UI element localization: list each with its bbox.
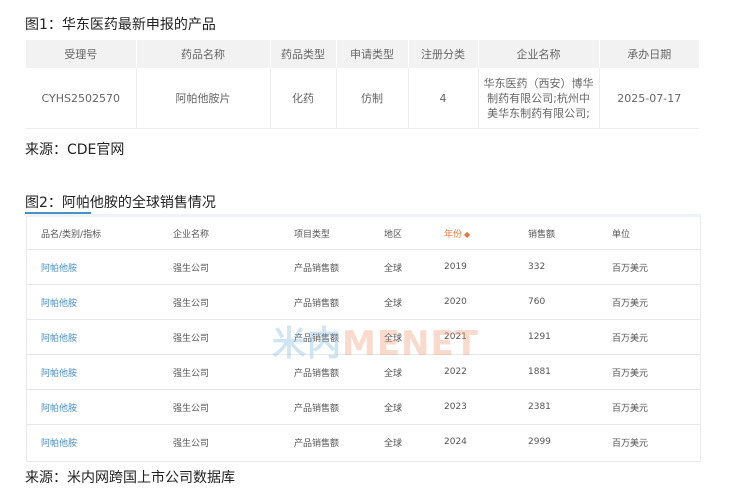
cell-region: 全球 — [384, 438, 403, 449]
header-region[interactable]: 地区 — [384, 217, 444, 250]
cell-year: 2022 — [444, 354, 528, 390]
header-acceptance-no: 受理号 — [26, 40, 137, 68]
table-header-row: 受理号 药品名称 药品类型 申请类型 注册分类 企业名称 承办日期 — [26, 40, 699, 68]
cell-unit: 百万美元 — [612, 354, 700, 390]
header-year-label: 年份 — [444, 229, 463, 240]
cell-acceptance-no: CYHS2502570 — [26, 68, 137, 129]
cell-product[interactable]: 阿帕他胺 — [27, 354, 173, 390]
cell-date: 2025-07-17 — [599, 68, 699, 129]
cell-item-type: 产品销售额 — [294, 438, 340, 449]
cell-item-type: 产品销售额 — [294, 319, 384, 355]
header-item-type[interactable]: 项目类型 — [294, 217, 384, 250]
header-sales[interactable]: 销售额 — [528, 217, 612, 250]
cell-unit: 百万美元 — [612, 284, 700, 320]
cell-year: 2023 — [444, 389, 528, 425]
table-row: 阿帕他胺 强生公司 产品销售额 全球 2022 1881 百万美元 — [27, 354, 700, 390]
cell-company: 强生公司 — [173, 354, 294, 390]
header-company-name: 企业名称 — [478, 40, 600, 68]
sort-icon[interactable]: ◆ — [464, 230, 470, 239]
cell-year: 2024 — [444, 437, 467, 447]
cell-region: 全球 — [384, 354, 444, 390]
cell-company-name: 华东医药（西安）博华制药有限公司;杭州中美华东制药有限公司; — [478, 68, 600, 129]
cell-company: 强生公司 — [173, 284, 294, 320]
cell-sales: 1291 — [528, 319, 612, 355]
figure1-caption: 图1：华东医药最新申报的产品 — [25, 17, 216, 33]
header-application-type: 申请类型 — [336, 40, 409, 68]
cell-unit: 百万美元 — [612, 438, 649, 449]
cell-unit: 百万美元 — [612, 389, 700, 425]
header-drug-type: 药品类型 — [270, 40, 337, 68]
cell-company: 强生公司 — [173, 319, 294, 355]
cell-region: 全球 — [384, 319, 444, 355]
header-year[interactable]: 年份 ◆ — [444, 217, 528, 250]
figure2-caption: 图2：阿帕他胺的全球销售情况 — [25, 195, 216, 211]
table-header-row: 品名/类别/指标 企业名称 项目类型 地区 年份 ◆ 销售额 单位 — [27, 217, 700, 250]
header-unit[interactable]: 单位 — [612, 217, 700, 250]
table-row: 阿帕他胺 强生公司 产品销售额 全球 2023 2381 百万美元 — [27, 389, 700, 425]
cell-product[interactable]: 阿帕他胺 — [27, 249, 173, 285]
cell-company: 强生公司 — [173, 389, 294, 425]
cell-unit: 百万美元 — [612, 249, 700, 285]
table-row: CYHS2502570 阿帕他胺片 化药 仿制 4 华东医药（西安）博华制药有限… — [26, 68, 699, 129]
cell-company: 强生公司 — [173, 249, 294, 285]
cell-drug-name: 阿帕他胺片 — [136, 68, 271, 129]
cell-registration-class: 4 — [408, 68, 479, 129]
cell-sales: 1881 — [528, 354, 612, 390]
application-table: 受理号 药品名称 药品类型 申请类型 注册分类 企业名称 承办日期 CYHS25… — [26, 40, 699, 129]
cell-year: 2020 — [444, 284, 528, 320]
cell-year: 2021 — [444, 319, 528, 355]
cell-item-type: 产品销售额 — [294, 249, 384, 285]
header-drug-name: 药品名称 — [136, 40, 271, 68]
figure2-source: 来源：米内网跨国上市公司数据库 — [25, 470, 235, 486]
cell-sales: 2999 — [528, 437, 551, 447]
table-row: 阿帕他胺 强生公司 产品销售额 全球 2024 2999 百万美元 — [27, 425, 700, 460]
header-product-category-indicator[interactable]: 品名/类别/指标 — [27, 217, 173, 250]
cell-region: 全球 — [384, 389, 444, 425]
cell-sales: 332 — [528, 249, 612, 285]
sales-table-container: 品名/类别/指标 企业名称 项目类型 地区 年份 ◆ 销售额 单位 阿帕他胺 强生公… — [26, 214, 701, 462]
cell-product[interactable]: 阿帕他胺 — [27, 425, 173, 460]
cell-application-type: 仿制 — [336, 68, 409, 129]
header-registration-class: 注册分类 — [408, 40, 479, 68]
cell-drug-type: 化药 — [270, 68, 337, 129]
cell-product[interactable]: 阿帕他胺 — [27, 389, 173, 425]
cell-year: 2019 — [444, 249, 528, 285]
cell-product[interactable]: 阿帕他胺 — [27, 284, 173, 320]
cell-item-type: 产品销售额 — [294, 284, 384, 320]
table-row: 阿帕他胺 强生公司 产品销售额 全球 2019 332 百万美元 — [27, 249, 700, 285]
header-company[interactable]: 企业名称 — [173, 217, 294, 250]
cell-sales: 2381 — [528, 389, 612, 425]
header-date: 承办日期 — [599, 40, 699, 68]
table-row: 阿帕他胺 强生公司 产品销售额 全球 2020 760 百万美元 — [27, 284, 700, 320]
cell-region: 全球 — [384, 249, 444, 285]
sales-table: 品名/类别/指标 企业名称 项目类型 地区 年份 ◆ 销售额 单位 阿帕他胺 强生公… — [27, 217, 700, 459]
figure1-source: 来源：CDE官网 — [25, 142, 125, 158]
cell-sales: 760 — [528, 284, 612, 320]
cell-unit: 百万美元 — [612, 319, 700, 355]
cell-region: 全球 — [384, 284, 444, 320]
cell-item-type: 产品销售额 — [294, 354, 384, 390]
cell-item-type: 产品销售额 — [294, 389, 384, 425]
cell-company: 强生公司 — [173, 438, 210, 449]
cell-product[interactable]: 阿帕他胺 — [27, 319, 173, 355]
table-row: 阿帕他胺 强生公司 产品销售额 全球 2021 1291 百万美元 — [27, 319, 700, 355]
